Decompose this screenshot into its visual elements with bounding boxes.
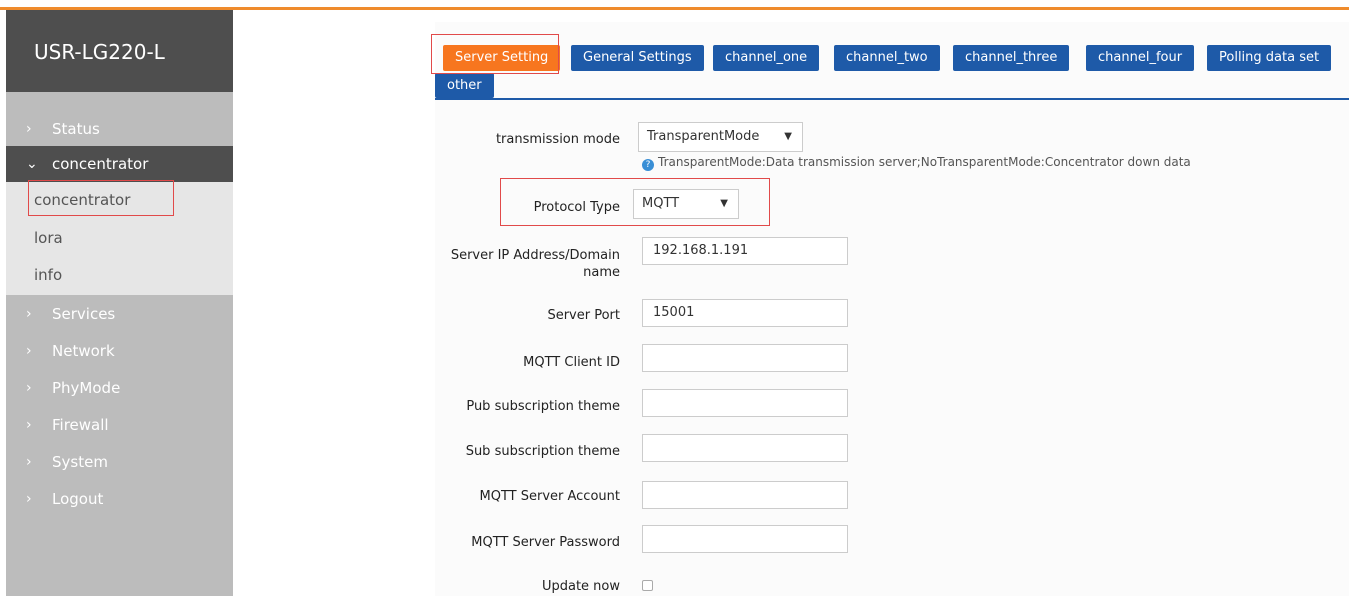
- sidebar-item-label: Firewall: [52, 416, 109, 434]
- question-icon: ?: [642, 159, 654, 171]
- sidebar-item-label: System: [52, 453, 108, 471]
- transmission-mode-select[interactable]: TransparentMode ▼: [638, 122, 803, 152]
- protocol-type-label: Protocol Type: [533, 200, 620, 215]
- chevron-right-icon: ›: [26, 454, 32, 470]
- submenu-item-info[interactable]: info: [6, 257, 233, 293]
- tab-channel-one[interactable]: channel_one: [713, 45, 820, 71]
- server-ip-input[interactable]: 192.168.1.191: [642, 237, 848, 265]
- caret-down-icon: ▼: [720, 198, 728, 209]
- update-now-label: Update now: [541, 579, 620, 594]
- submenu-highlight-box: [28, 180, 174, 216]
- tab-channel-four[interactable]: channel_four: [1086, 45, 1195, 71]
- mqtt-password-input[interactable]: [642, 525, 848, 553]
- server-ip-label-line1: Server IP Address/Domain: [450, 248, 620, 263]
- pub-theme-input[interactable]: [642, 389, 848, 417]
- server-ip-label-line2: name: [583, 265, 620, 280]
- brand-header: USR-LG220-L: [6, 10, 233, 92]
- chevron-right-icon: ›: [26, 417, 32, 433]
- protocol-type-select[interactable]: MQTT ▼: [633, 189, 739, 219]
- caret-down-icon: ▼: [784, 131, 792, 142]
- main-content: Server Setting General Settings channel_…: [236, 10, 1349, 596]
- mqtt-account-input[interactable]: [642, 481, 848, 509]
- sidebar-item-system[interactable]: › System: [6, 444, 233, 480]
- submenu-item-label: info: [34, 266, 63, 284]
- protocol-type-value: MQTT: [642, 196, 680, 211]
- update-now-checkbox[interactable]: [642, 580, 653, 591]
- transmission-mode-value: TransparentMode: [647, 129, 760, 144]
- chevron-right-icon: ›: [26, 306, 32, 322]
- chevron-right-icon: ›: [26, 121, 32, 137]
- sidebar-item-concentrator[interactable]: ⌄ concentrator: [6, 146, 233, 182]
- sidebar-item-network[interactable]: › Network: [6, 333, 233, 369]
- sidebar-item-label: Services: [52, 305, 116, 323]
- tab-polling-data-set[interactable]: Polling data set: [1207, 45, 1332, 71]
- sidebar-item-label: Logout: [52, 490, 104, 508]
- sidebar-item-label: PhyMode: [52, 379, 121, 397]
- mqtt-client-id-label: MQTT Client ID: [523, 355, 620, 370]
- submenu-item-lora[interactable]: lora: [6, 220, 233, 256]
- tab-highlight-box: [431, 34, 559, 74]
- chevron-right-icon: ›: [26, 491, 32, 507]
- transmission-mode-label: transmission mode: [495, 132, 620, 147]
- tab-other[interactable]: other: [435, 73, 494, 98]
- chevron-down-icon: ⌄: [26, 156, 38, 172]
- tab-channel-three[interactable]: channel_three: [953, 45, 1070, 71]
- sidebar-item-logout[interactable]: › Logout: [6, 481, 233, 517]
- mqtt-client-id-input[interactable]: [642, 344, 848, 372]
- chevron-right-icon: ›: [26, 380, 32, 396]
- left-gutter: [236, 10, 435, 596]
- sidebar-item-label: Status: [52, 120, 100, 138]
- tab-channel-two[interactable]: channel_two: [834, 45, 940, 71]
- mqtt-account-label: MQTT Server Account: [479, 489, 621, 504]
- sidebar-item-status[interactable]: › Status: [6, 111, 233, 147]
- sidebar-item-label: Network: [52, 342, 115, 360]
- sidebar-item-firewall[interactable]: › Firewall: [6, 407, 233, 443]
- pub-theme-label: Pub subscription theme: [466, 399, 620, 414]
- brand-title: USR-LG220-L: [34, 40, 165, 64]
- server-port-input[interactable]: 15001: [642, 299, 848, 327]
- sidebar: USR-LG220-L › Status ⌄ concentrator conc…: [6, 10, 233, 596]
- mqtt-password-label: MQTT Server Password: [471, 535, 620, 550]
- sidebar-item-phymode[interactable]: › PhyMode: [6, 370, 233, 406]
- sidebar-item-label: concentrator: [52, 155, 149, 173]
- sub-theme-label: Sub subscription theme: [465, 444, 620, 459]
- tab-general-settings[interactable]: General Settings: [571, 45, 704, 71]
- chevron-right-icon: ›: [26, 343, 32, 359]
- transmission-mode-hint: ? TransparentMode:Data transmission serve…: [642, 155, 1191, 171]
- sub-theme-input[interactable]: [642, 434, 848, 462]
- sidebar-item-services[interactable]: › Services: [6, 296, 233, 332]
- server-ip-label: Server IP Address/Domain name: [390, 247, 620, 281]
- tab-underline: [435, 98, 1349, 100]
- submenu-item-label: lora: [34, 229, 63, 247]
- server-port-label: Server Port: [547, 308, 620, 323]
- hint-text: TransparentMode:Data transmission server…: [658, 155, 1191, 169]
